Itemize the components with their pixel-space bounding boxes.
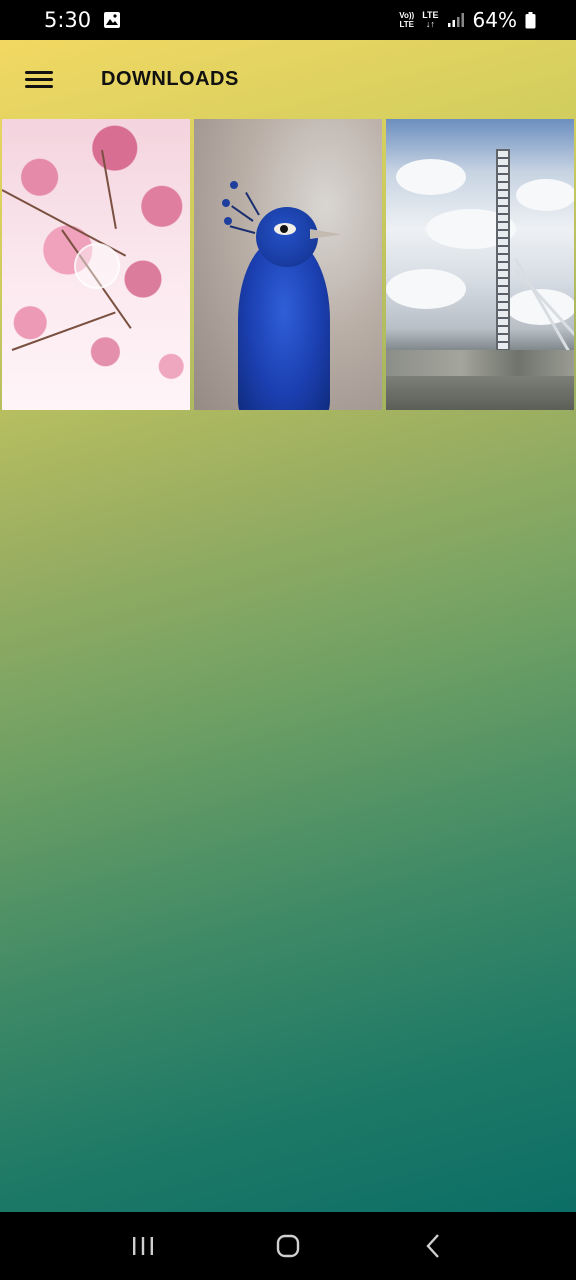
- volte-top-text: Vo)): [399, 11, 415, 20]
- recents-button[interactable]: [113, 1221, 173, 1271]
- cloud: [386, 269, 466, 309]
- system-navigation-bar: [0, 1212, 576, 1280]
- app-screen: DOWNLOADS: [0, 40, 576, 1212]
- download-thumbnail-cherry-blossom[interactable]: [2, 119, 190, 410]
- branch-decoration: [101, 149, 117, 229]
- volte-bottom-text: LTE: [399, 20, 414, 29]
- download-thumbnail-peacock[interactable]: [194, 119, 382, 410]
- peacock-crest: [231, 205, 254, 222]
- london-eye-structure: [496, 149, 510, 369]
- app-bar: DOWNLOADS: [0, 40, 576, 118]
- riverside-buildings: [386, 350, 574, 376]
- cloud: [516, 179, 574, 211]
- peacock-crest-tip: [224, 217, 232, 225]
- status-right: Vo)) LTE LTE ↓↑ 64%: [399, 8, 536, 32]
- home-button[interactable]: [258, 1221, 318, 1271]
- peacock-crest: [245, 191, 260, 216]
- volte-indicator: Vo)) LTE: [399, 11, 414, 29]
- river-water: [386, 376, 574, 410]
- peacock-head: [256, 207, 318, 267]
- signal-icon: [447, 13, 464, 27]
- status-left: 5:30: [44, 8, 121, 32]
- menu-line: [25, 85, 53, 88]
- menu-line: [25, 71, 53, 74]
- back-icon: [426, 1234, 440, 1258]
- page-title: DOWNLOADS: [101, 67, 239, 90]
- home-icon: [276, 1234, 300, 1258]
- download-thumbnail-london-eye[interactable]: [386, 119, 574, 410]
- status-bar: 5:30 Vo)) LTE LTE ↓↑ 64%: [0, 0, 576, 40]
- cloud: [396, 159, 466, 195]
- peacock-crest-tip: [230, 181, 238, 189]
- lte-bottom-text: ↓↑: [425, 19, 435, 29]
- downloads-grid: [2, 119, 574, 410]
- menu-line: [25, 78, 53, 81]
- status-time: 5:30: [44, 8, 92, 32]
- lte-indicator: LTE ↓↑: [422, 11, 438, 29]
- peacock-beak: [310, 229, 342, 239]
- peacock-crest-tip: [222, 199, 230, 207]
- branch-decoration: [11, 311, 116, 351]
- play-overlay-icon[interactable]: [74, 243, 120, 289]
- recents-icon: [132, 1237, 153, 1255]
- peacock-eye: [280, 225, 288, 233]
- gallery-notification-icon: [104, 12, 121, 28]
- peacock-crest: [229, 225, 256, 234]
- back-button[interactable]: [403, 1221, 463, 1271]
- menu-icon[interactable]: [25, 68, 53, 90]
- battery-percentage: 64%: [472, 8, 517, 32]
- battery-icon: [525, 11, 536, 28]
